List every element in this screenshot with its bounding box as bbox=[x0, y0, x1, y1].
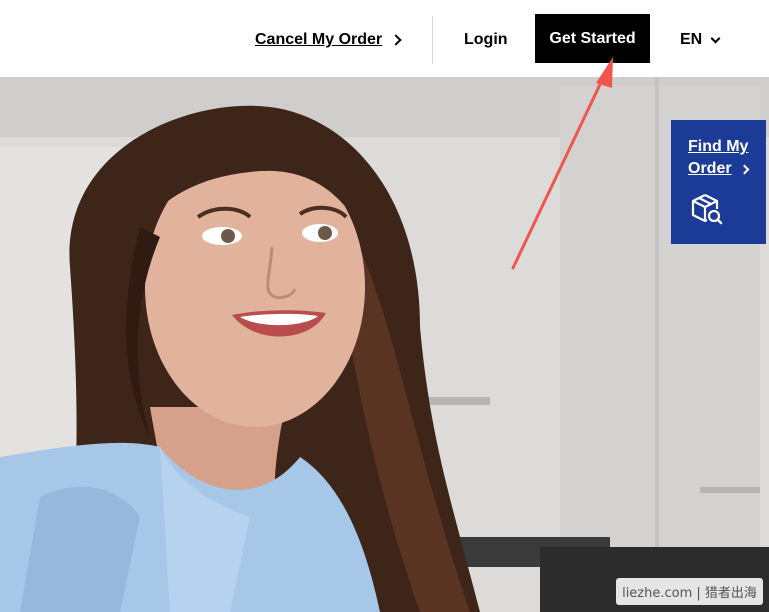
login-link[interactable]: Login bbox=[464, 29, 508, 51]
hero-image bbox=[0, 77, 769, 612]
watermark: liezhe.com | 猎者出海 bbox=[616, 578, 763, 605]
chevron-right-icon bbox=[739, 164, 750, 175]
find-my-order-widget[interactable]: Find My Order bbox=[671, 120, 766, 244]
chevron-right-icon bbox=[390, 34, 402, 46]
cancel-order-label: Cancel My Order bbox=[255, 31, 383, 48]
hero-photo-illustration bbox=[0, 77, 769, 612]
site-header: Cancel My Order Login Get Started EN bbox=[0, 0, 769, 77]
chevron-down-icon bbox=[710, 33, 721, 43]
language-selector[interactable]: EN bbox=[680, 29, 721, 51]
get-started-button[interactable]: Get Started bbox=[535, 14, 650, 63]
package-search-icon bbox=[691, 194, 723, 225]
language-label: EN bbox=[680, 31, 703, 48]
cancel-order-link[interactable]: Cancel My Order bbox=[255, 29, 402, 51]
find-order-line2: Order bbox=[688, 160, 732, 177]
header-divider bbox=[432, 16, 433, 64]
find-order-line1: Find My bbox=[688, 138, 749, 155]
